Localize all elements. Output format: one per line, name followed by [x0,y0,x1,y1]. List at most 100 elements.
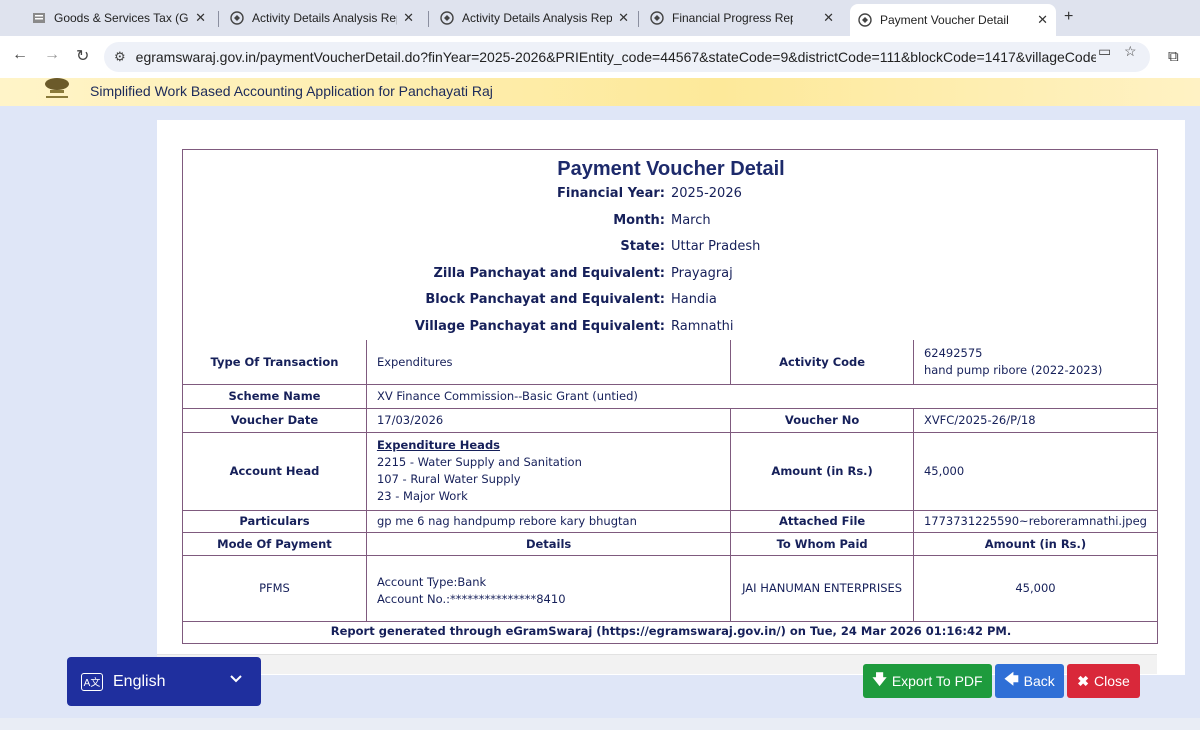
payee-value: JAI HANUMAN ENTERPRISES [730,555,914,622]
globe-icon [440,11,454,25]
table-row: Voucher Date 17/03/2026 Voucher No XVFC/… [183,408,1157,433]
payment-voucher-report: Payment Voucher Detail Financial Year: 2… [182,149,1158,644]
expenditure-head-item: 2215 - Water Supply and Sanitation [376,455,582,469]
extensions-icon[interactable]: ⧉ [1168,48,1179,65]
globe-icon [650,11,664,25]
amount-value: 45,000 [913,432,1157,511]
bookmark-star-icon[interactable]: ☆ [1124,43,1137,60]
voucher-date-value: 17/03/2026 [366,408,732,433]
table-row: Particulars gp me 6 nag handpump rebore … [183,510,1157,533]
payment-amount-value: 45,000 [913,555,1157,622]
close-tab-icon[interactable]: ✕ [403,10,414,26]
scheme-name-value: XV Finance Commission--Basic Grant (unti… [366,384,1157,409]
account-details-cell: Account Type:Bank Account No.:**********… [366,555,732,622]
browser-tab-bar: Goods & Services Tax (GST) | Se ✕ Activi… [0,0,1200,36]
tab-divider [428,11,429,27]
expenditure-heads-cell: Expenditure Heads 2215 - Water Supply an… [366,432,732,511]
voucher-date-label: Voucher Date [183,408,367,433]
table-row: Mode Of Payment Details To Whom Paid Amo… [183,532,1157,556]
amount-header: Amount (in Rs.) [913,532,1157,556]
field-value: Prayagraj [671,266,733,281]
voucher-no-label: Voucher No [730,408,914,433]
field-value: March [671,213,711,228]
activity-code-label: Activity Code [730,340,914,385]
tab-payment-voucher[interactable]: Payment Voucher Detail ✕ [850,4,1056,36]
expenditure-head-item: 107 - Rural Water Supply [376,472,521,486]
table-row: Account Head Expenditure Heads 2215 - Wa… [183,432,1157,511]
tab-financial-progress[interactable]: Financial Progress Report ✕ [642,4,842,32]
bottom-strip [0,718,1200,730]
tab-divider [638,11,639,27]
scheme-name-label: Scheme Name [183,384,367,409]
close-tab-icon[interactable]: ✕ [1037,12,1048,28]
emblem-logo-icon [45,78,69,98]
new-tab-button[interactable]: + [1064,8,1073,26]
field-value: Ramnathi [671,319,734,334]
translate-icon: A文 [81,672,103,691]
field-label: Village Panchayat and Equivalent: [414,319,665,334]
voucher-table: Type Of Transaction Expenditures Activit… [183,340,1157,622]
url-input[interactable]: ⚙ egramswaraj.gov.in/paymentVoucherDetai… [104,42,1150,72]
account-no-value: Account No.:***************8410 [376,592,566,606]
close-tab-icon[interactable]: ✕ [823,10,834,26]
particulars-value: gp me 6 nag handpump rebore kary bhugtan [366,510,732,533]
expenditure-heads-title: Expenditure Heads [376,438,501,452]
activity-name-value: hand pump ribore (2022-2023) [923,362,1103,377]
field-label: Block Panchayat and Equivalent: [425,292,665,307]
field-label: State: [620,239,665,254]
payment-mode-value: PFMS [183,555,367,622]
gst-favicon-icon [32,11,46,25]
language-selected: English [113,672,166,690]
language-selector[interactable]: A文 English [67,657,261,706]
close-label: Close [1093,673,1130,689]
forward-arrow-icon[interactable]: → [44,46,60,64]
expenditure-head-item: 23 - Major Work [376,489,468,503]
voucher-no-value: XVFC/2025-26/P/18 [913,408,1157,433]
particulars-label: Particulars [183,510,367,533]
cast-icon[interactable]: ▭ [1098,43,1111,60]
report-generated-note: Report generated through eGramSwaraj (ht… [330,624,1012,638]
attached-file-link[interactable]: 1773731225590~reboreramnathi.jpeg [913,510,1157,533]
chevron-down-icon [229,671,243,690]
site-title: Simplified Work Based Accounting Applica… [90,83,493,99]
globe-icon [858,13,872,27]
close-icon: ✖ [1077,672,1089,689]
close-tab-icon[interactable]: ✕ [195,10,206,26]
account-head-label: Account Head [183,432,367,511]
field-label: Month: [613,213,665,228]
activity-code-value: 62492575 [923,345,983,360]
field-value: Handia [671,292,717,307]
attached-file-label: Attached File [730,510,914,533]
type-of-transaction-label: Type Of Transaction [183,340,367,385]
reload-icon[interactable]: ↻ [76,46,89,66]
mode-of-payment-header: Mode Of Payment [183,532,367,556]
export-to-pdf-button[interactable]: 🡇 Export To PDF [863,664,992,698]
amount-label: Amount (in Rs.) [730,432,914,511]
to-whom-paid-header: To Whom Paid [730,532,914,556]
close-tab-icon[interactable]: ✕ [618,10,629,26]
tab-activity-details-1[interactable]: Activity Details Analysis Report ✕ [222,4,422,32]
site-settings-icon[interactable]: ⚙ [114,49,126,65]
field-label: Zilla Panchayat and Equivalent: [433,266,665,281]
tab-divider [218,11,219,27]
export-to-pdf-label: Export To PDF [891,673,983,689]
address-bar: ← → ↻ ⚙ egramswaraj.gov.in/paymentVouche… [0,36,1200,78]
tab-gst[interactable]: Goods & Services Tax (GST) | Se ✕ [24,4,214,32]
left-arrow-icon: 🡄 [1004,671,1019,687]
close-button[interactable]: ✖ Close [1067,664,1140,698]
type-of-transaction-value: Expenditures [366,340,732,385]
back-arrow-icon[interactable]: ← [12,46,28,64]
globe-icon [230,11,244,25]
table-row: Type Of Transaction Expenditures Activit… [183,340,1157,385]
field-value: 2025-2026 [671,186,742,201]
download-arrow-icon: 🡇 [872,671,887,687]
details-header: Details [366,532,732,556]
activity-code-cell: 62492575 hand pump ribore (2022-2023) [913,340,1157,385]
table-row: PFMS Account Type:Bank Account No.:*****… [183,555,1157,622]
account-type-value: Account Type:Bank [376,575,487,589]
field-value: Uttar Pradesh [671,239,761,254]
table-row: Scheme Name XV Finance Commission--Basic… [183,384,1157,409]
url-text: egramswaraj.gov.in/paymentVoucherDetail.… [135,49,1096,65]
tab-activity-details-2[interactable]: Activity Details Analysis Report ✕ [432,4,637,32]
back-button[interactable]: 🡄 Back [995,664,1064,698]
